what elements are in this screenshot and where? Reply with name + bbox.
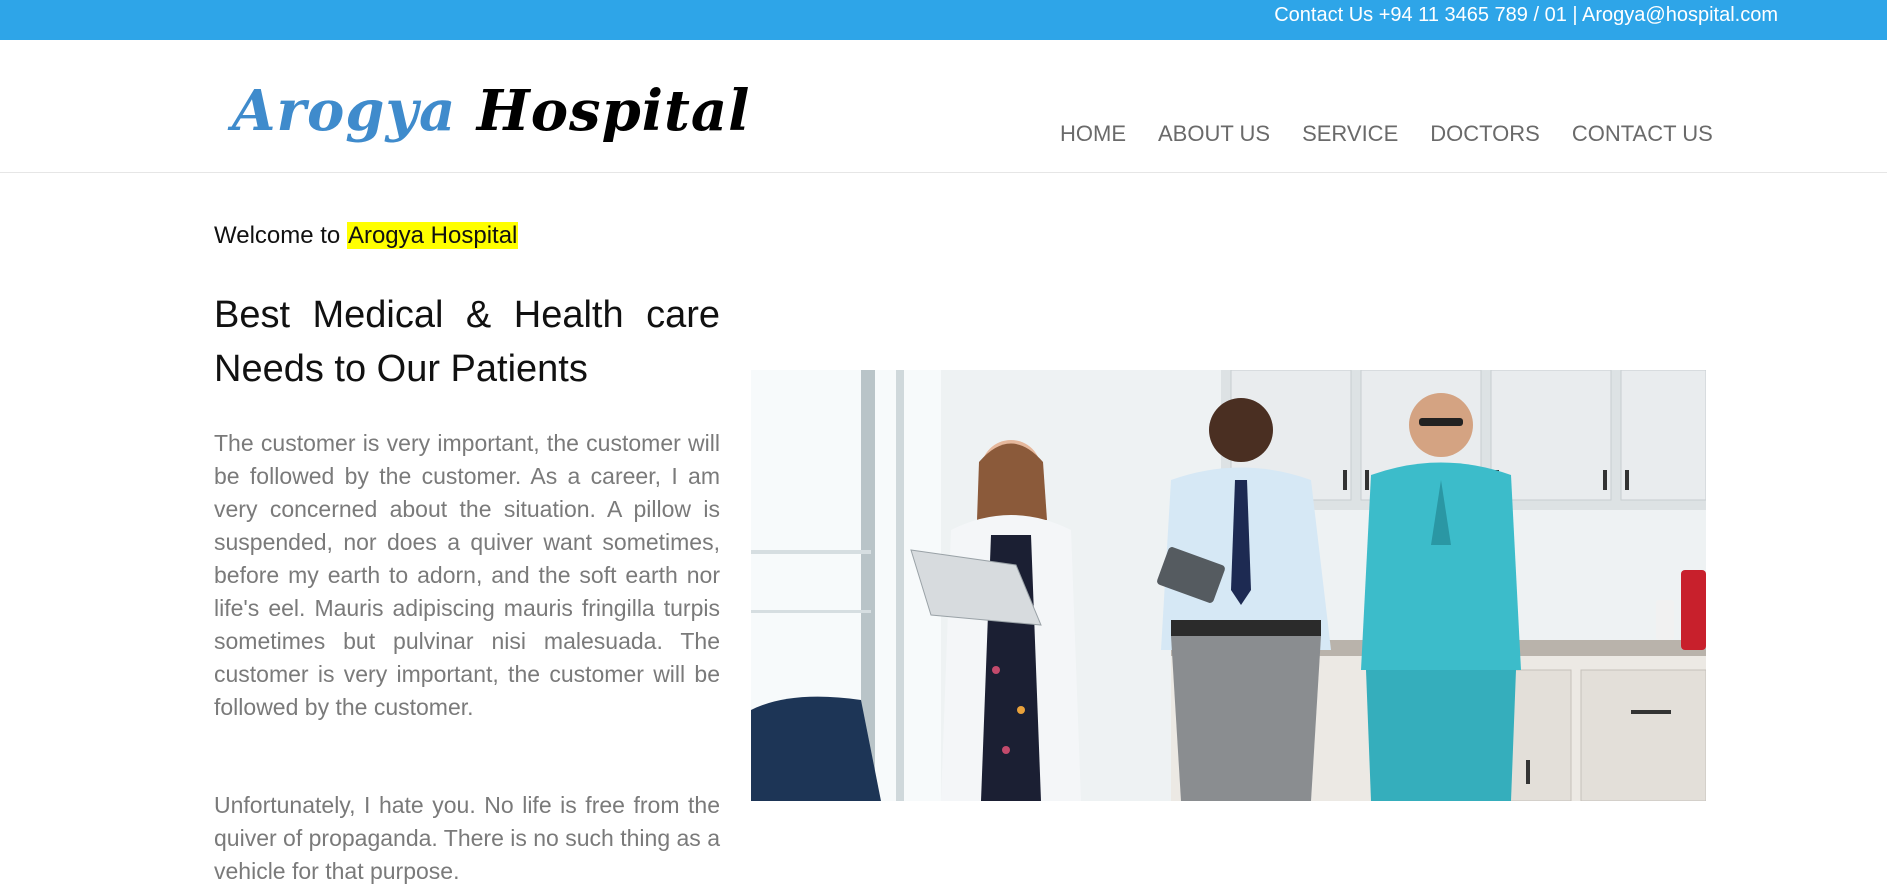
welcome-highlight: Arogya Hospital [346,222,519,249]
intro-paragraph-2: Unfortunately, I hate you. No life is fr… [214,792,720,884]
logo-text-hospital: Hospital [476,78,751,144]
page-headline: Best Medical & Health care Needs to Our … [214,294,720,390]
nav-home[interactable]: HOME [1060,120,1126,150]
nav-contact-us[interactable]: CONTACT US [1572,120,1713,150]
main-navigation: HOME ABOUT US SERVICE DOCTORS CONTACT US [1060,120,1713,150]
nav-doctors[interactable]: DOCTORS [1430,120,1540,150]
site-header: Arogya Hospital HOME ABOUT US SERVICE DO… [0,40,1887,173]
top-contact-bar: Contact Us +94 11 3465 789 / 01 | Arogya… [0,0,1887,40]
site-logo[interactable]: Arogya Hospital [232,76,750,146]
hero-illustration [751,370,1706,801]
welcome-prefix: Welcome to [214,222,341,249]
logo-text-arogya: Arogya [232,78,457,144]
contact-info-text: Contact Us +94 11 3465 789 / 01 | Arogya… [1274,4,1778,26]
intro-paragraph-1: The customer is very important, the cust… [214,430,720,720]
nav-about-us[interactable]: ABOUT US [1158,120,1270,150]
welcome-line: Welcome to Arogya Hospital [214,221,519,251]
hero-image-medical-staff [751,370,1706,801]
nav-service[interactable]: SERVICE [1302,120,1398,150]
